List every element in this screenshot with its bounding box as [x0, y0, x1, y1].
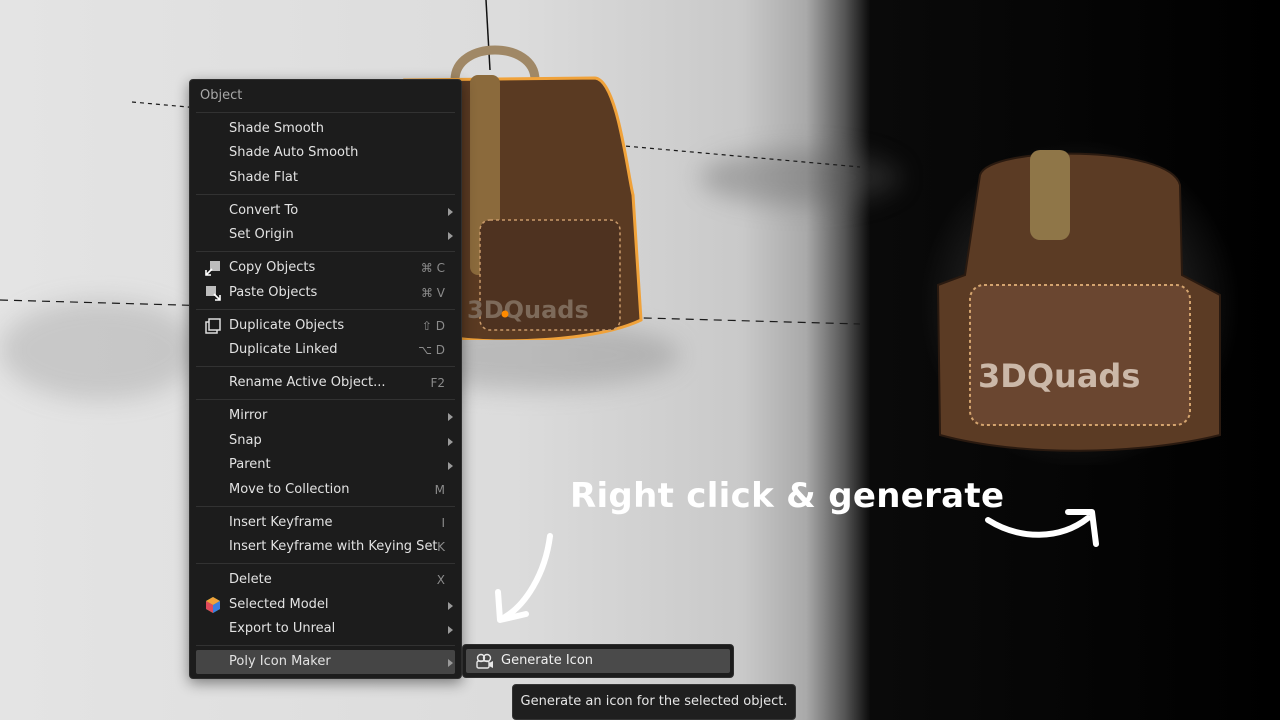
menu-item-label: Parent	[229, 457, 271, 472]
menu-item-label: Selected Model	[229, 597, 329, 612]
menu-item-convert-to[interactable]: Convert To	[196, 199, 455, 223]
menu-item-copy-objects[interactable]: Copy Objects ⌘ C	[196, 256, 455, 280]
menu-item-label: Insert Keyframe	[229, 515, 333, 530]
menu-item-label: Snap	[229, 433, 262, 448]
menu-item-duplicate-objects[interactable]: Duplicate Objects ⇧ D	[196, 314, 455, 338]
submenu-arrow-icon	[448, 462, 453, 470]
menu-item-shade-smooth[interactable]: Shade Smooth	[196, 117, 455, 141]
menu-item-label: Shade Auto Smooth	[229, 145, 359, 160]
menu-item-export-to-unreal[interactable]: Export to Unreal	[196, 617, 455, 641]
submenu-arrow-icon	[448, 208, 453, 216]
menu-separator	[196, 563, 455, 564]
menu-item-paste-objects[interactable]: Paste Objects ⌘ V	[196, 281, 455, 305]
menu-item-shortcut: ⌥ D	[418, 343, 445, 357]
paste-icon	[206, 286, 221, 301]
menu-separator	[196, 366, 455, 367]
menu-item-snap[interactable]: Snap	[196, 429, 455, 453]
copy-icon	[205, 261, 220, 276]
menu-item-label: Export to Unreal	[229, 621, 336, 636]
menu-item-label: Insert Keyframe with Keying Set	[229, 539, 438, 554]
menu-item-label: Copy Objects	[229, 260, 316, 275]
menu-item-label: Mirror	[229, 408, 268, 423]
menu-item-rename-active-object[interactable]: Rename Active Object... F2	[196, 371, 455, 395]
generate-icon-tooltip: Generate an icon for the selected object…	[512, 684, 796, 720]
menu-separator	[196, 506, 455, 507]
menu-item-shortcut: M	[434, 483, 445, 497]
menu-item-label: Poly Icon Maker	[229, 654, 331, 669]
menu-separator	[196, 309, 455, 310]
menu-item-shortcut: ⇧ D	[421, 319, 445, 333]
menu-item-move-to-collection[interactable]: Move to Collection M	[196, 478, 455, 502]
menu-item-mirror[interactable]: Mirror	[196, 404, 455, 428]
menu-item-shortcut: I	[441, 516, 445, 530]
hexagon-logo-icon	[206, 597, 220, 613]
camera-icon	[476, 653, 493, 669]
menu-item-label: Set Origin	[229, 227, 294, 242]
menu-item-shade-flat[interactable]: Shade Flat	[196, 166, 455, 190]
menu-item-label: Duplicate Linked	[229, 342, 338, 357]
menu-item-shortcut: ⌘ C	[420, 261, 445, 275]
menu-item-set-origin[interactable]: Set Origin	[196, 223, 455, 247]
menu-separator	[196, 645, 455, 646]
menu-item-delete[interactable]: Delete X	[196, 568, 455, 592]
menu-item-label: Shade Smooth	[229, 121, 324, 136]
annotation-text: Right click & generate	[570, 476, 1005, 516]
generate-icon-label: Generate Icon	[501, 653, 594, 668]
menu-separator	[196, 399, 455, 400]
menu-item-label: Delete	[229, 572, 272, 587]
menu-item-poly-icon-maker[interactable]: Poly Icon Maker	[196, 650, 455, 674]
menu-item-label: Paste Objects	[229, 285, 318, 300]
menu-separator	[196, 194, 455, 195]
menu-item-shortcut: F2	[430, 376, 445, 390]
menu-item-shade-auto-smooth[interactable]: Shade Auto Smooth	[196, 141, 455, 165]
menu-item-insert-keyframe-keying-set[interactable]: Insert Keyframe with Keying Set K	[196, 535, 455, 559]
submenu-arrow-icon	[448, 602, 453, 610]
menu-item-label: Move to Collection	[229, 482, 350, 497]
menu-header: Object	[200, 88, 243, 103]
submenu-arrow-icon	[448, 626, 453, 634]
submenu-arrow-icon	[448, 413, 453, 421]
submenu-arrow-icon	[448, 659, 453, 667]
menu-item-shortcut: ⌘ V	[420, 286, 445, 300]
object-context-menu[interactable]: Object Shade Smooth Shade Auto Smooth Sh…	[189, 79, 462, 679]
menu-item-duplicate-linked[interactable]: Duplicate Linked ⌥ D	[196, 338, 455, 362]
menu-item-label: Convert To	[229, 203, 299, 218]
menu-item-shortcut: K	[437, 540, 445, 554]
menu-separator	[196, 112, 455, 113]
down-arrow	[502, 533, 553, 620]
menu-item-insert-keyframe[interactable]: Insert Keyframe I	[196, 511, 455, 535]
menu-item-label: Shade Flat	[229, 170, 298, 185]
submenu-arrow-icon	[448, 438, 453, 446]
menu-item-selected-model[interactable]: Selected Model	[196, 593, 455, 617]
poly-icon-maker-submenu[interactable]: Generate Icon	[462, 644, 734, 678]
menu-item-parent[interactable]: Parent	[196, 453, 455, 477]
submenu-arrow-icon	[448, 232, 453, 240]
duplicate-icon	[205, 318, 221, 334]
menu-separator	[196, 251, 455, 252]
generate-icon-button[interactable]: Generate Icon	[466, 649, 730, 673]
menu-item-label: Duplicate Objects	[229, 318, 345, 333]
menu-item-shortcut: X	[436, 573, 445, 587]
menu-item-label: Rename Active Object...	[229, 375, 386, 390]
right-arrow	[985, 515, 1091, 538]
